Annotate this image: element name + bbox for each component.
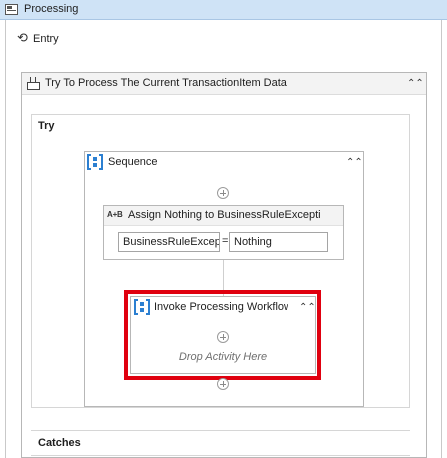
state-header[interactable]: Processing xyxy=(0,0,447,20)
sequence-icon xyxy=(87,154,103,170)
add-activity-icon[interactable] xyxy=(217,187,229,199)
state-title: Processing xyxy=(24,3,79,15)
assign-to-field[interactable]: BusinessRuleExcep xyxy=(118,232,220,252)
try-catch-collapse-icon[interactable]: ⌃⌃ xyxy=(407,77,424,91)
sequence-collapse-icon[interactable]: ⌃⌃ xyxy=(346,156,363,170)
try-catch-icon xyxy=(27,77,40,91)
catches-divider xyxy=(31,430,410,431)
entry-arrow-icon: ⟲ xyxy=(17,31,28,46)
try-catch-header[interactable]: Try To Process The Current TransactionIt… xyxy=(22,73,426,95)
sequence-header[interactable]: Sequence ⌃⌃ xyxy=(85,152,363,173)
state-window-icon xyxy=(5,4,18,15)
sequence-title: Sequence xyxy=(108,156,158,168)
assign-operator: = xyxy=(222,235,229,247)
catches-bottom-divider xyxy=(31,455,410,456)
assign-icon: A+B xyxy=(107,210,123,219)
assign-value-field[interactable]: Nothing xyxy=(229,232,328,252)
entry-label: Entry xyxy=(33,33,59,45)
assign-title: Assign Nothing to BusinessRuleExcepti xyxy=(128,209,321,221)
add-activity-bottom-icon[interactable] xyxy=(217,378,229,390)
try-catch-title: Try To Process The Current TransactionIt… xyxy=(45,77,287,89)
catches-label: Catches xyxy=(38,437,81,449)
try-label: Try xyxy=(38,120,55,132)
assign-header[interactable]: A+B Assign Nothing to BusinessRuleExcept… xyxy=(104,206,343,226)
highlight-box xyxy=(124,290,321,380)
